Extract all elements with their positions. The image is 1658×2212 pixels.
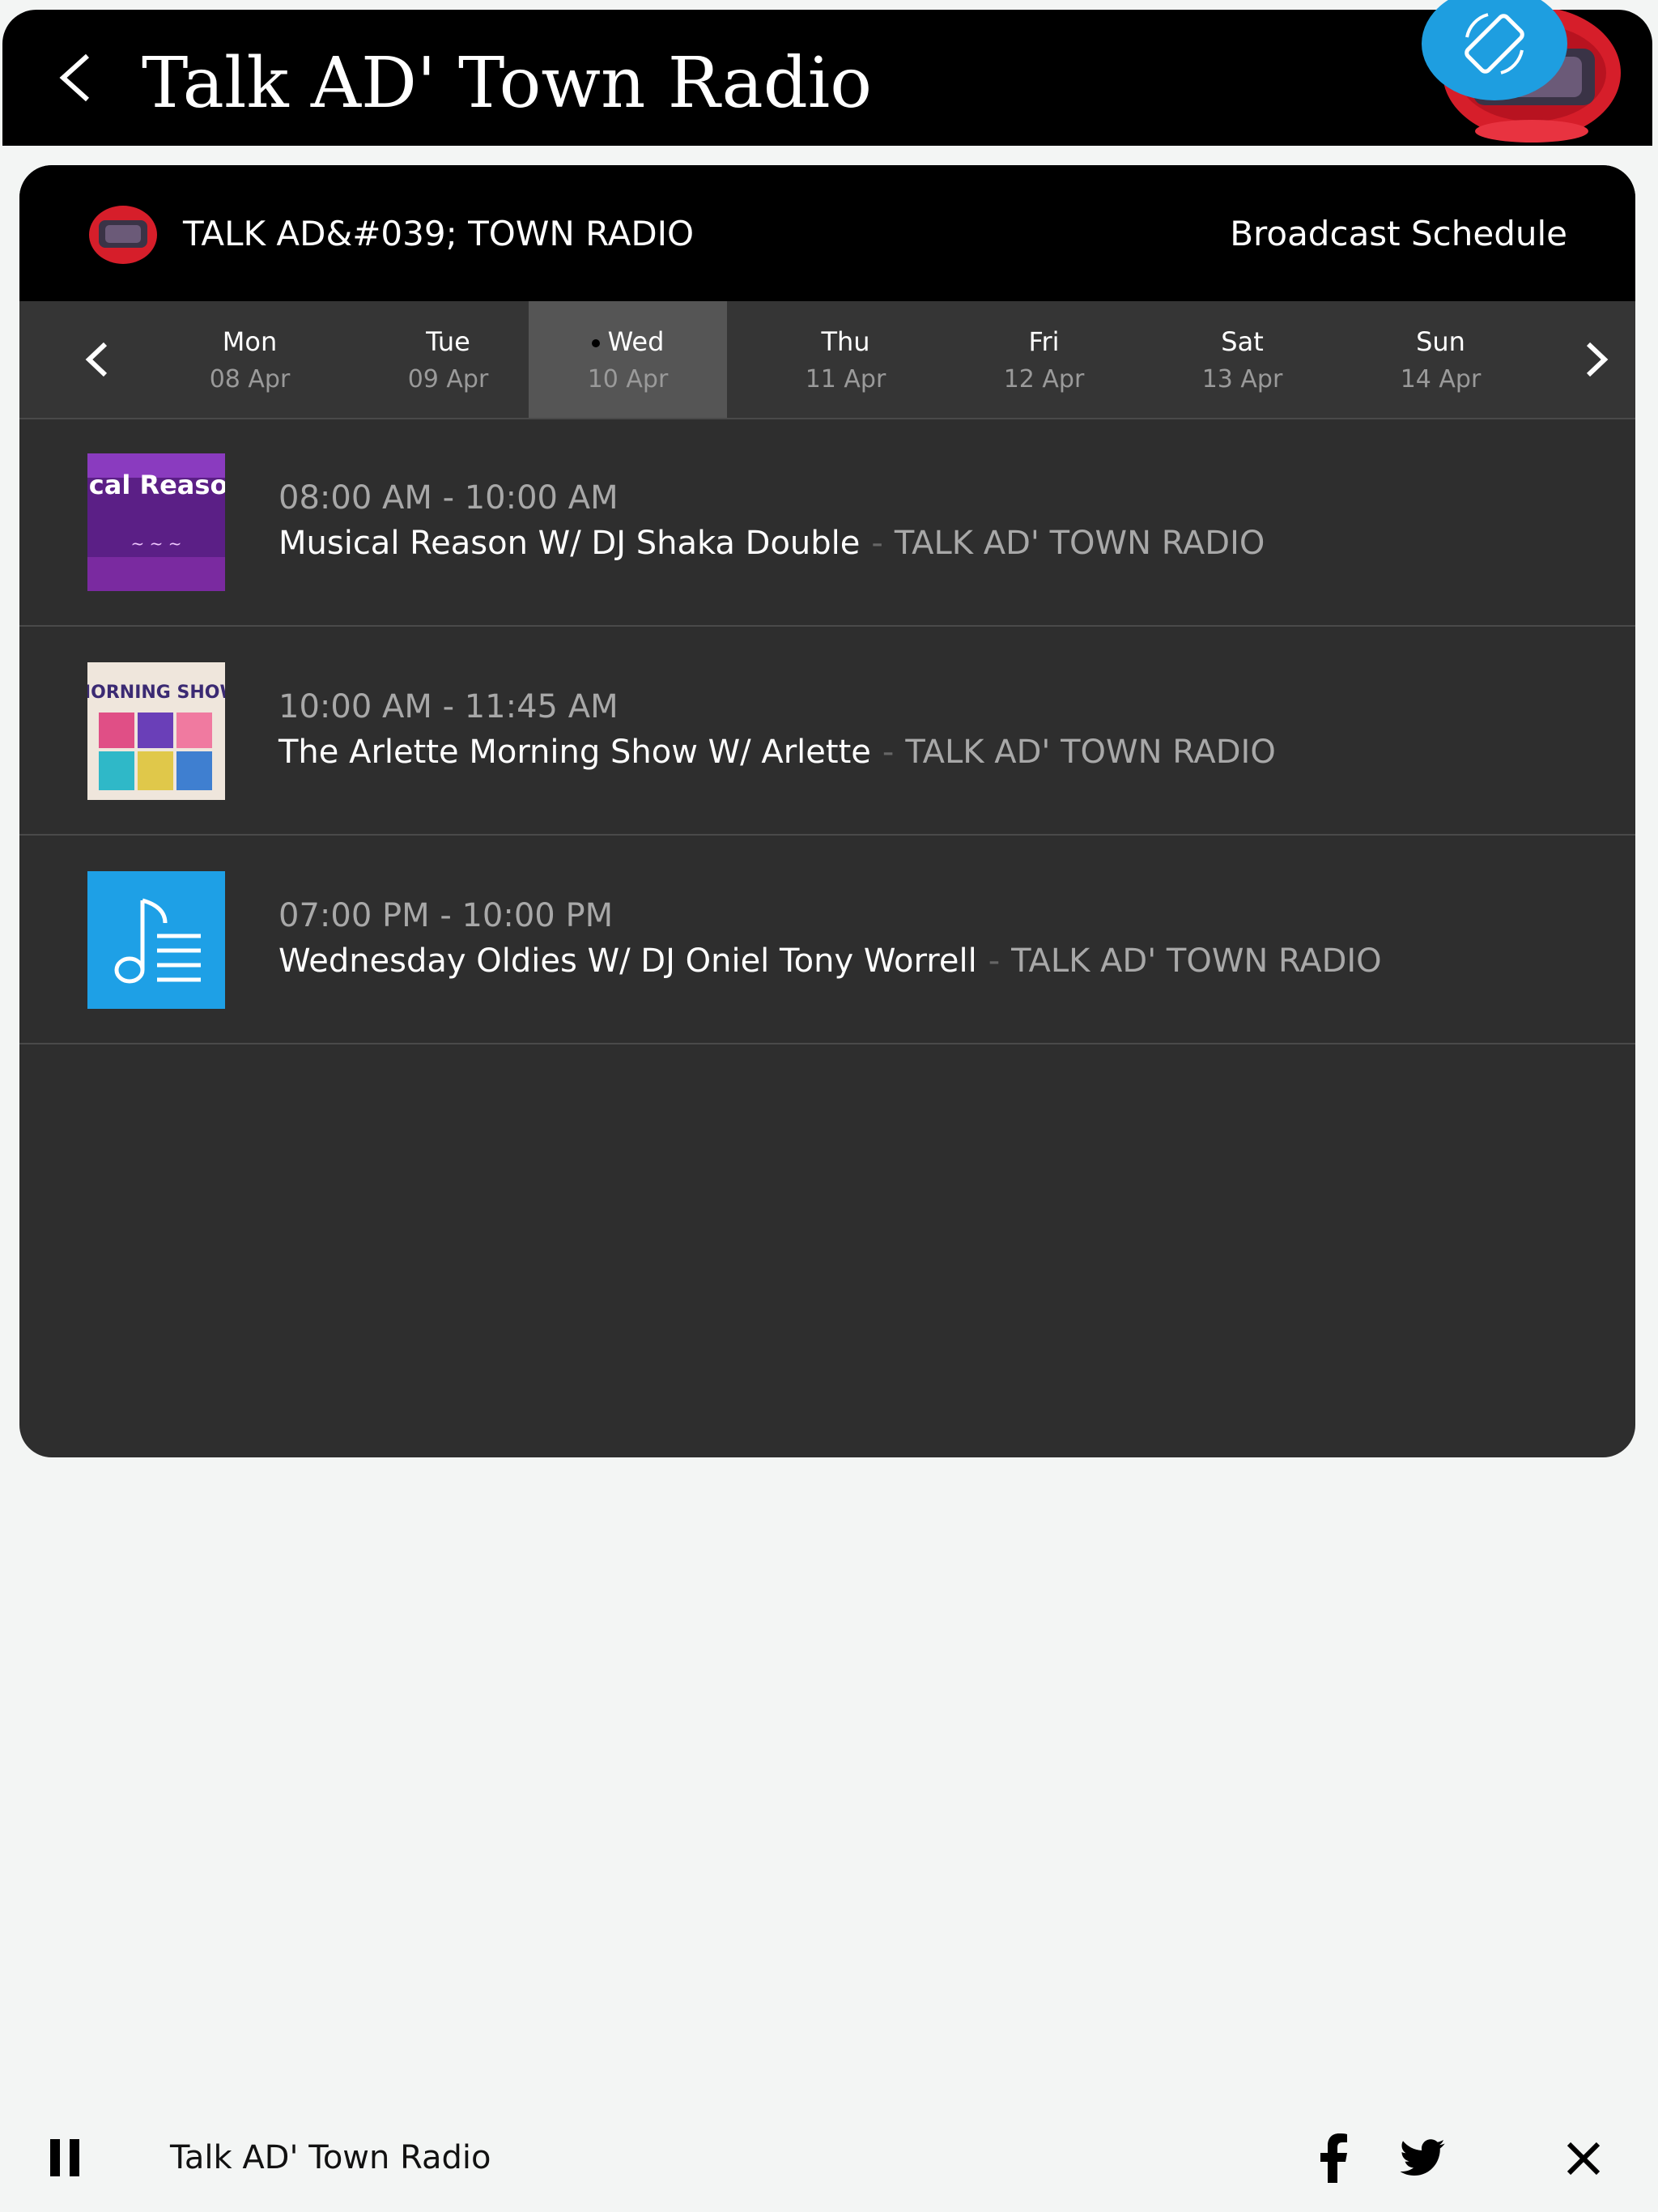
show-artwork: MORNING SHOW	[87, 662, 225, 800]
show-artwork: Musical Reasoning ~ ~ ~	[87, 453, 225, 591]
day-name: Thu	[821, 325, 870, 357]
show-time: 08:00 AM - 10:00 AM	[278, 479, 619, 517]
separator: -	[988, 942, 1001, 980]
station-logo-small	[89, 206, 157, 264]
close-player-button[interactable]	[1562, 2138, 1605, 2180]
chevron-right-icon	[1586, 342, 1609, 377]
day-tab-thu[interactable]: Thu 11 Apr	[746, 301, 945, 418]
app-header: Talk AD' Town Radio	[2, 10, 1652, 146]
day-date: 11 Apr	[805, 364, 886, 393]
show-station: TALK AD' TOWN RADIO	[894, 525, 1265, 562]
day-name: Mon	[222, 325, 278, 357]
facebook-icon	[1320, 2133, 1347, 2183]
facebook-share-button[interactable]	[1312, 2129, 1357, 2188]
chevron-left-icon	[85, 342, 108, 377]
show-row[interactable]: 07:00 PM - 10:00 PM Wednesday Oldies W/ …	[19, 836, 1635, 1044]
now-playing-title: Talk AD' Town Radio	[170, 2139, 491, 2176]
show-name: The Arlette Morning Show W/ Arlette	[278, 734, 871, 771]
day-date: 08 Apr	[209, 364, 291, 393]
day-name: Wed	[607, 325, 665, 357]
station-name: TALK AD&#039; TOWN RADIO	[183, 214, 695, 253]
separator: -	[871, 525, 883, 562]
day-date: 10 Apr	[587, 364, 669, 393]
show-time: 10:00 AM - 11:45 AM	[278, 688, 619, 725]
show-time: 07:00 PM - 10:00 PM	[278, 897, 614, 934]
show-name: Wednesday Oldies W/ DJ Oniel Tony Worrel…	[278, 942, 977, 980]
day-date: 14 Apr	[1400, 364, 1482, 393]
schedule-title: Broadcast Schedule	[1230, 214, 1567, 253]
day-tab-tue[interactable]: Tue 09 Apr	[349, 301, 547, 418]
day-tab-sun[interactable]: Sun 14 Apr	[1341, 301, 1540, 418]
back-button[interactable]	[41, 44, 109, 112]
prev-week-button[interactable]	[65, 327, 130, 392]
day-name: Fri	[1028, 325, 1060, 357]
twitter-share-button[interactable]	[1396, 2134, 1449, 2183]
day-tab-wed[interactable]: Wed 10 Apr	[529, 301, 727, 418]
day-name: Sat	[1221, 325, 1264, 357]
show-row[interactable]: Musical Reasoning ~ ~ ~ 08:00 AM - 10:00…	[19, 418, 1635, 627]
day-date: 09 Apr	[407, 364, 489, 393]
svg-text:~ ~ ~: ~ ~ ~	[131, 534, 182, 553]
day-tab-mon[interactable]: Mon 08 Apr	[151, 301, 349, 418]
show-name: Musical Reason W/ DJ Shaka Double	[278, 525, 861, 562]
day-date: 13 Apr	[1201, 364, 1283, 393]
show-station: TALK AD' TOWN RADIO	[905, 734, 1276, 771]
pause-button[interactable]	[45, 2131, 87, 2186]
next-week-button[interactable]	[1564, 327, 1629, 392]
player-bar: Talk AD' Town Radio	[0, 2105, 1658, 2212]
close-icon	[1567, 2142, 1601, 2176]
page-title: Talk AD' Town Radio	[142, 43, 873, 124]
day-tab-sat[interactable]: Sat 13 Apr	[1143, 301, 1341, 418]
day-selector: Mon 08 Apr Tue 09 Apr Wed 10 Apr Thu 11 …	[19, 301, 1635, 419]
artwork-text: MORNING SHOW	[87, 683, 225, 703]
chevron-left-icon	[59, 53, 90, 102]
artwork-text: Musical Reasoning	[87, 470, 225, 500]
pause-icon	[50, 2139, 79, 2176]
separator: -	[882, 734, 895, 771]
current-day-dot	[591, 338, 600, 347]
schedule-panel: TALK AD&#039; TOWN RADIO Broadcast Sched…	[19, 165, 1635, 1457]
day-name: Tue	[426, 325, 470, 357]
show-artwork	[87, 871, 225, 1009]
schedule-header: TALK AD&#039; TOWN RADIO Broadcast Sched…	[19, 165, 1635, 301]
show-row[interactable]: MORNING SHOW 10:00 AM - 11:45 AM The Arl…	[19, 627, 1635, 836]
day-date: 12 Apr	[1003, 364, 1085, 393]
screen-rotation-icon	[1465, 13, 1524, 74]
day-tab-fri[interactable]: Fri 12 Apr	[945, 301, 1143, 418]
day-name: Sun	[1416, 325, 1465, 357]
twitter-icon	[1400, 2139, 1445, 2176]
show-station: TALK AD' TOWN RADIO	[1011, 942, 1382, 980]
